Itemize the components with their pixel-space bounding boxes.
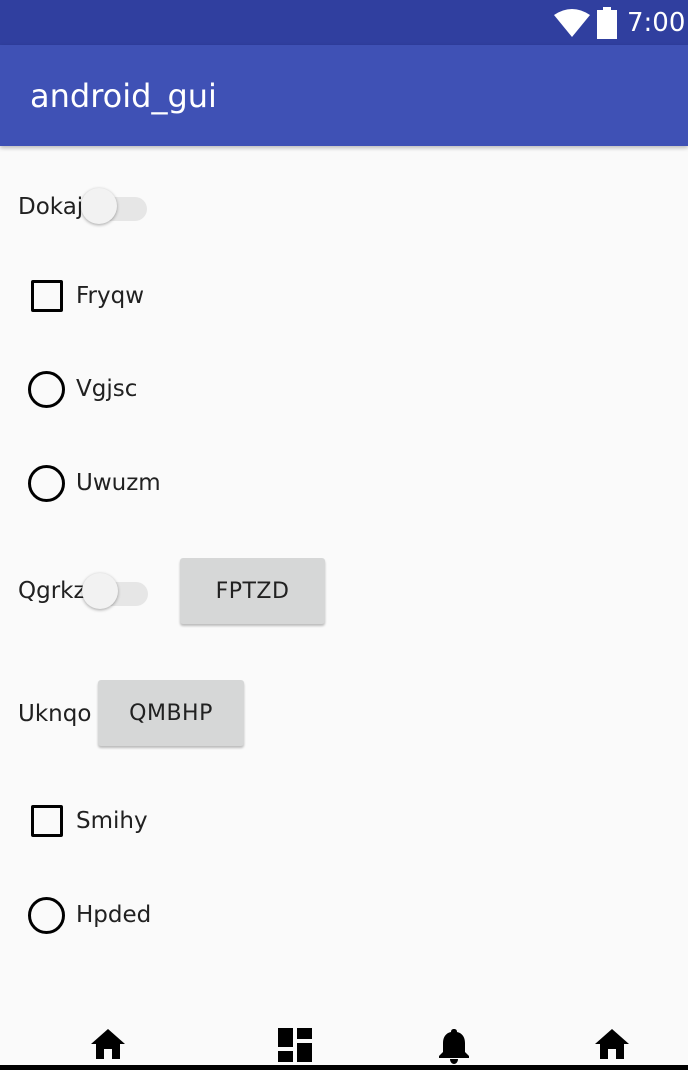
home-icon[interactable] <box>594 1028 630 1060</box>
checkbox-label-fryqw[interactable]: Fryqw <box>76 281 144 311</box>
nav-bar-divider <box>0 1065 688 1070</box>
uknqo-text: Uknqo <box>18 701 92 727</box>
app-title: android_gui <box>30 77 217 115</box>
radio-label-vgjsc[interactable]: Vgjsc <box>76 374 137 404</box>
home-icon[interactable] <box>90 1028 126 1060</box>
bottom-navigation <box>0 1018 688 1070</box>
switch-label-dokaj: Dokaj <box>18 194 84 220</box>
status-time: 7:00 <box>627 8 686 38</box>
battery-icon <box>597 7 617 39</box>
switch-dokaj[interactable] <box>81 185 151 225</box>
status-bar: 7:00 <box>0 0 688 45</box>
dashboard-icon[interactable] <box>278 1028 312 1062</box>
checkbox-label-smihy[interactable]: Smihy <box>76 806 148 836</box>
switch-qgrkz[interactable] <box>82 570 152 610</box>
fptzd-button[interactable]: FPTZD <box>180 558 325 624</box>
wifi-icon <box>554 9 590 37</box>
switch-thumb <box>82 573 118 609</box>
radio-vgjsc[interactable] <box>28 371 65 408</box>
radio-uwuzm[interactable] <box>28 465 65 502</box>
app-bar: android_gui <box>0 45 688 146</box>
qmbhp-button[interactable]: QMBHP <box>98 680 244 746</box>
switch-thumb <box>81 188 117 224</box>
checkbox-fryqw[interactable] <box>31 280 63 312</box>
switch-label-qgrkz: Qgrkz <box>18 578 86 604</box>
checkbox-smihy[interactable] <box>31 805 63 837</box>
radio-label-uwuzm[interactable]: Uwuzm <box>76 468 161 498</box>
radio-hpded[interactable] <box>28 897 65 934</box>
notifications-icon[interactable] <box>438 1028 470 1064</box>
radio-label-hpded[interactable]: Hpded <box>76 900 151 930</box>
